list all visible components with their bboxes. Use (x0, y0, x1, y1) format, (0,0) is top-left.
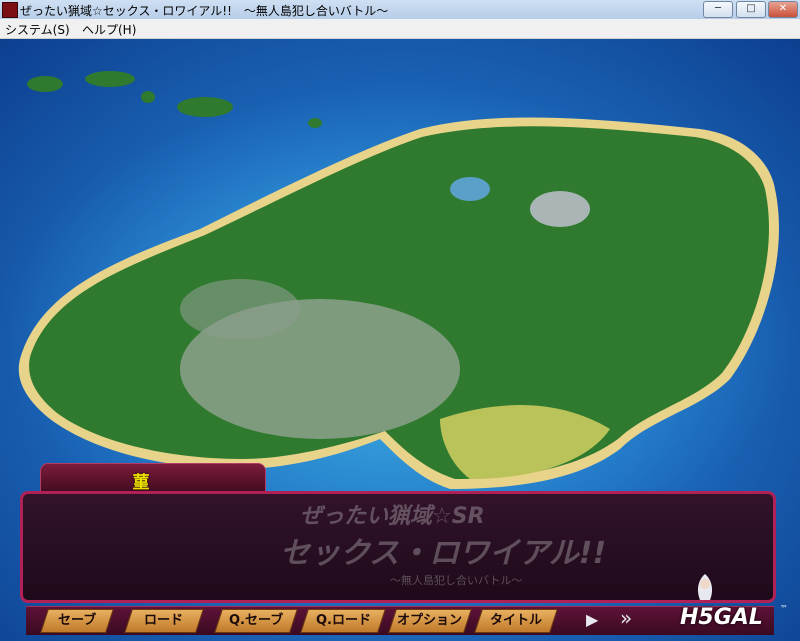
quick-save-button[interactable]: Q.セーブ (214, 609, 298, 633)
close-button[interactable]: ✕ (768, 1, 798, 18)
lake (450, 177, 490, 201)
menu-system[interactable]: システム(S) (5, 21, 70, 38)
islet-5 (308, 118, 322, 128)
islet-4 (141, 91, 155, 103)
window-title: ぜったい猟域☆セックス・ロワイアル!! ～無人島犯し合いバトル～ (20, 4, 389, 18)
game-logo: ぜったい猟域☆SR セックス・ロワイアル!! ～無人島犯し合いバトル～ (280, 498, 606, 598)
maximize-button[interactable]: □ (736, 1, 766, 18)
mountain-peak (530, 191, 590, 227)
islet-1 (85, 71, 135, 87)
quick-load-button[interactable]: Q.ロード (300, 609, 386, 633)
title-bar: ぜったい猟域☆セックス・ロワイアル!! ～無人島犯し合いバトル～ ─ □ ✕ (0, 0, 800, 20)
speaker-name: 菫 (132, 473, 150, 493)
logo-line3: ～無人島犯し合いバトル～ (390, 574, 523, 587)
menu-help[interactable]: ヘルプ(H) (82, 21, 136, 38)
menu-bar: システム(S) ヘルプ(H) (0, 19, 800, 39)
town-area-north (180, 279, 300, 339)
option-button[interactable]: オプション (388, 609, 472, 633)
islet-3 (27, 76, 63, 92)
save-button[interactable]: セーブ (40, 609, 114, 633)
trademark: ™ (780, 604, 788, 613)
title-button[interactable]: タイトル (474, 609, 558, 633)
watermark: H5GAL (680, 605, 763, 630)
app-icon (2, 2, 18, 18)
load-button[interactable]: ロード (124, 609, 204, 633)
fast-forward-icon[interactable]: » (620, 606, 632, 630)
logo-line1: ぜったい猟域☆SR (300, 504, 485, 529)
islet-2 (177, 97, 233, 117)
logo-line2: セックス・ロワイアル!! (280, 536, 607, 571)
play-icon[interactable]: ▶ (586, 610, 598, 629)
minimize-button[interactable]: ─ (703, 1, 733, 18)
